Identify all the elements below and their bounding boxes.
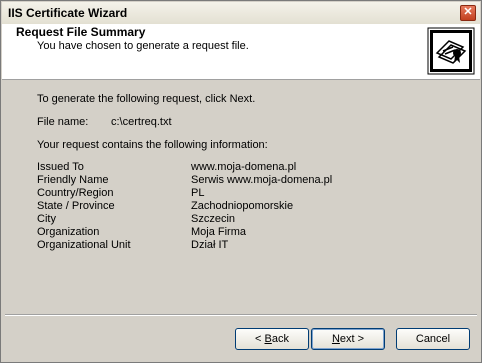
info-value: Szczecin [191,213,236,225]
info-key: Organization [37,226,100,238]
wizard-header: Request File Summary You have chosen to … [2,24,480,80]
page-title: Request File Summary [16,25,146,39]
page-subtitle: You have chosen to generate a request fi… [37,40,249,52]
info-key: State / Province [37,200,115,212]
info-value: www.moja-domena.pl [191,161,297,173]
info-value: Serwis www.moja-domena.pl [191,174,333,186]
instruction-text: To generate the following request, click… [37,93,256,105]
file-name-row: File name: c:\certreq.txt [37,116,172,128]
info-value: Zachodniopomorskie [191,200,294,212]
info-intro: Your request contains the following info… [37,139,268,151]
file-name-label: File name: [37,116,89,128]
button-divider [5,314,477,316]
certificate-icon [427,27,475,75]
info-value: PL [191,187,205,199]
close-icon: ✕ [463,6,473,18]
info-value: Dział IT [191,239,229,251]
title-bar[interactable]: IIS Certificate Wizard ✕ [2,2,480,24]
info-key: Country/Region [37,187,114,199]
info-key: Organizational Unit [37,239,131,251]
next-button[interactable]: Next > [311,328,385,350]
info-value: Moja Firma [191,226,247,238]
back-button[interactable]: < Back [235,328,309,350]
cancel-button[interactable]: Cancel [396,328,470,350]
info-key: City [37,213,56,225]
wizard-window: IIS Certificate Wizard ✕ Request File Su… [0,0,482,363]
file-name-value: c:\certreq.txt [111,116,172,128]
window-title: IIS Certificate Wizard [8,6,128,20]
close-button[interactable]: ✕ [460,5,476,21]
info-key: Friendly Name [37,174,109,186]
info-key: Issued To [37,161,84,173]
